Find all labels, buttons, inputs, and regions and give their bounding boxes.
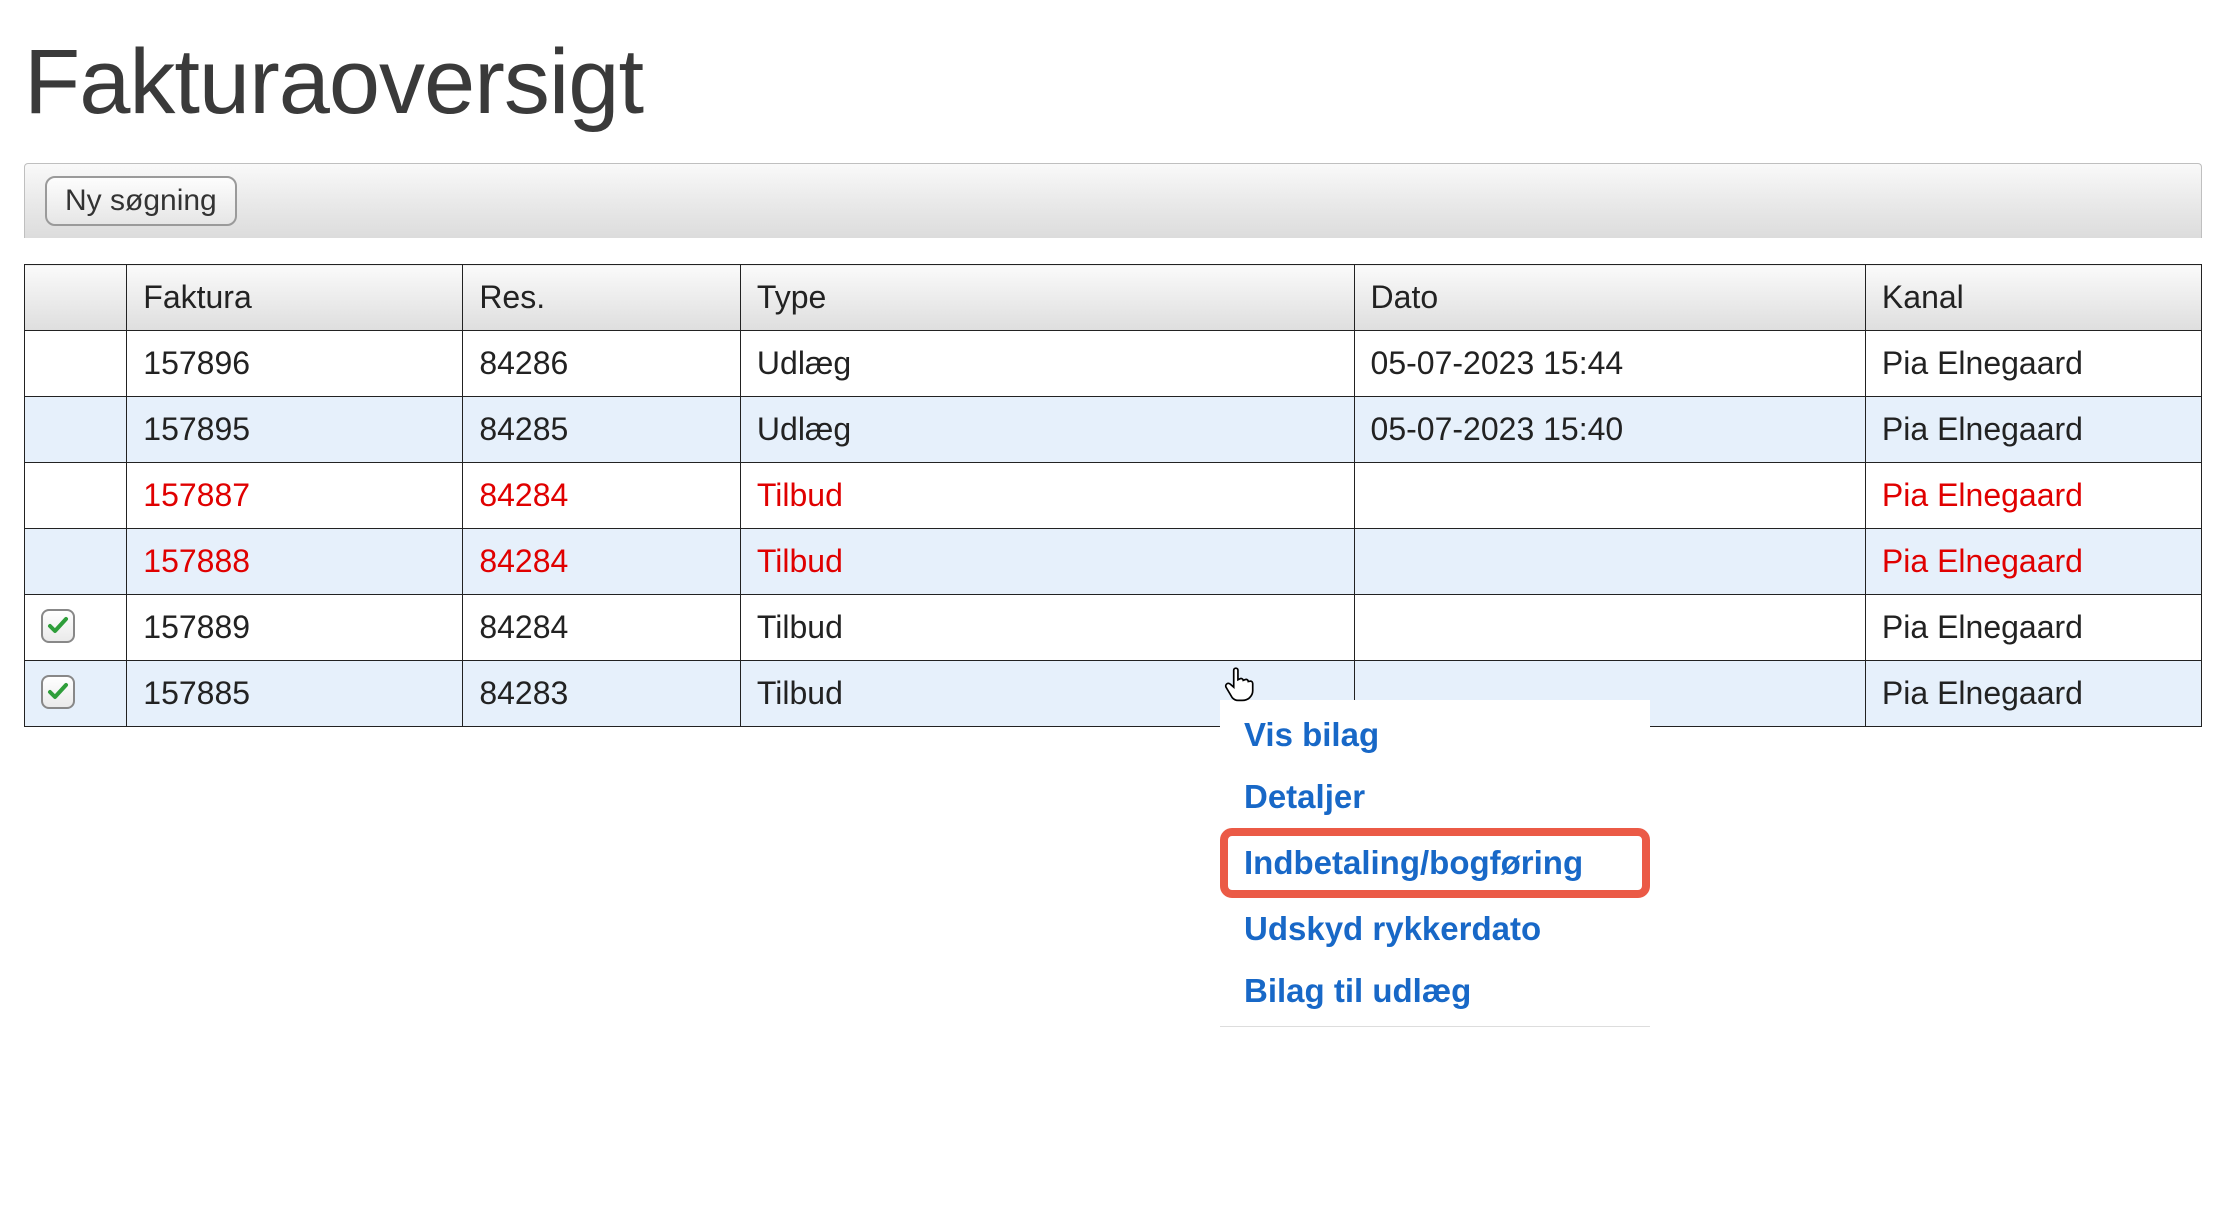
cell-type: Tilbud [740, 595, 1354, 661]
cell-faktura: 157885 [127, 661, 463, 727]
context-menu[interactable]: Vis bilagDetaljerIndbetaling/bogføringUd… [1220, 700, 1650, 1027]
cell-faktura: 157888 [127, 529, 463, 595]
cell-res: 84284 [463, 595, 741, 661]
row-status-icon-cell [25, 661, 127, 727]
col-icon[interactable] [25, 265, 127, 331]
cell-dato: 05-07-2023 15:44 [1354, 331, 1865, 397]
cell-kanal: Pia Elnegaard [1865, 595, 2201, 661]
cell-kanal: Pia Elnegaard [1865, 463, 2201, 529]
row-status-icon-cell [25, 529, 127, 595]
cell-faktura: 157896 [127, 331, 463, 397]
new-search-button[interactable]: Ny søgning [45, 176, 237, 226]
cell-type: Tilbud [740, 463, 1354, 529]
check-icon [41, 675, 75, 709]
row-status-icon-cell [25, 331, 127, 397]
col-faktura[interactable]: Faktura [127, 265, 463, 331]
cell-res: 84283 [463, 661, 741, 727]
menu-item[interactable]: Indbetaling/bogføring [1220, 828, 1650, 898]
cell-type: Udlæg [740, 331, 1354, 397]
toolbar: Ny søgning [24, 163, 2202, 238]
cell-kanal: Pia Elnegaard [1865, 397, 2201, 463]
cell-res: 84284 [463, 463, 741, 529]
menu-item[interactable]: Bilag til udlæg [1220, 960, 1650, 1022]
menu-item[interactable]: Udskyd rykkerdato [1220, 898, 1650, 960]
cell-res: 84285 [463, 397, 741, 463]
row-status-icon-cell [25, 463, 127, 529]
cell-kanal: Pia Elnegaard [1865, 331, 2201, 397]
menu-item[interactable]: Vis bilag [1220, 704, 1650, 766]
col-kanal[interactable]: Kanal [1865, 265, 2201, 331]
col-type[interactable]: Type [740, 265, 1354, 331]
row-status-icon-cell [25, 397, 127, 463]
table-row[interactable]: 15788584283TilbudPia Elnegaard [25, 661, 2202, 727]
cell-type: Tilbud [740, 529, 1354, 595]
page-title: Fakturaoversigt [24, 30, 2202, 135]
row-status-icon-cell [25, 595, 127, 661]
cell-dato [1354, 529, 1865, 595]
cell-dato [1354, 595, 1865, 661]
cell-dato: 05-07-2023 15:40 [1354, 397, 1865, 463]
check-icon [41, 609, 75, 643]
table-row[interactable]: 15788784284Tilbud Pia Elnegaard [25, 463, 2202, 529]
table-row[interactable]: 15789684286Udlæg05-07-2023 15:44Pia Elne… [25, 331, 2202, 397]
col-res[interactable]: Res. [463, 265, 741, 331]
table-row[interactable]: 15788984284Tilbud Pia Elnegaard [25, 595, 2202, 661]
table-row[interactable]: 15789584285Udlæg05-07-2023 15:40Pia Elne… [25, 397, 2202, 463]
table-header-row: Faktura Res. Type Dato Kanal [25, 265, 2202, 331]
table-row[interactable]: 15788884284Tilbud Pia Elnegaard [25, 529, 2202, 595]
cell-res: 84286 [463, 331, 741, 397]
cell-faktura: 157887 [127, 463, 463, 529]
cell-type: Udlæg [740, 397, 1354, 463]
menu-item[interactable]: Detaljer [1220, 766, 1650, 828]
cell-faktura: 157895 [127, 397, 463, 463]
cell-faktura: 157889 [127, 595, 463, 661]
cell-kanal: Pia Elnegaard [1865, 661, 2201, 727]
col-dato[interactable]: Dato [1354, 265, 1865, 331]
cell-kanal: Pia Elnegaard [1865, 529, 2201, 595]
cell-dato [1354, 463, 1865, 529]
invoice-table: Faktura Res. Type Dato Kanal 15789684286… [24, 264, 2202, 727]
cell-res: 84284 [463, 529, 741, 595]
